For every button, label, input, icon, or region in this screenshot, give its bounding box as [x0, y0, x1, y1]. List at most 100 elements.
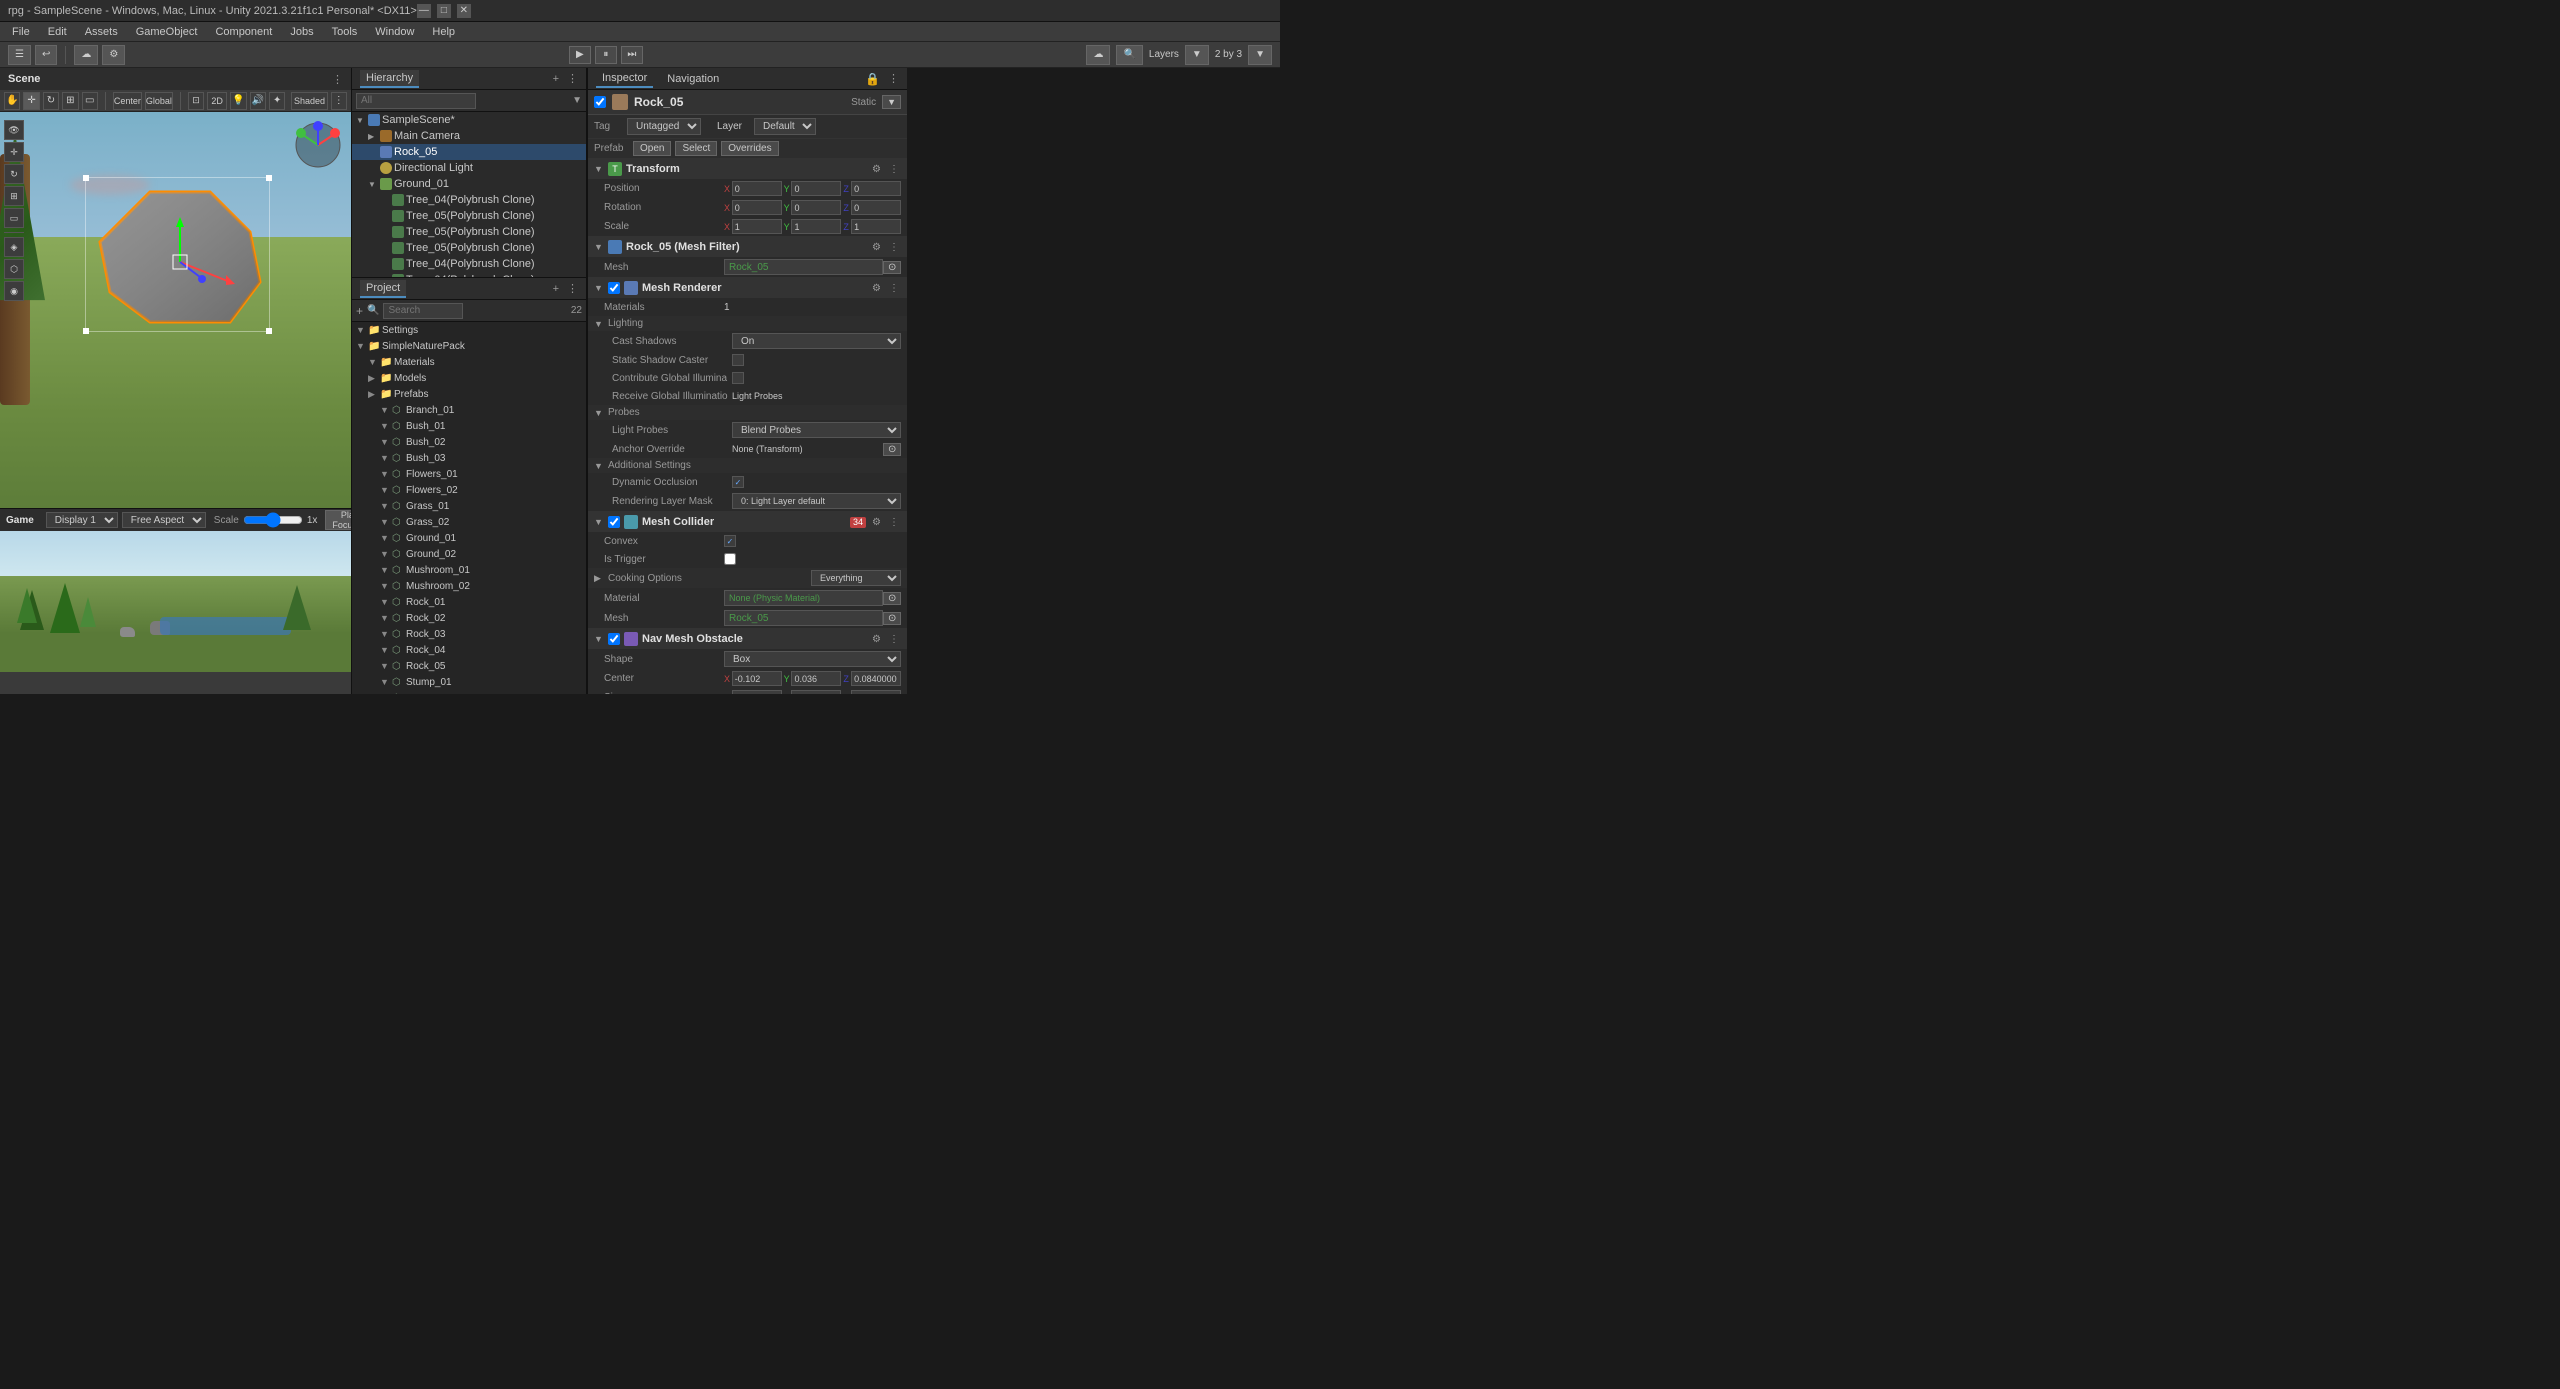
- inspector-lock-icon[interactable]: 🔒: [865, 72, 880, 86]
- overrides-button[interactable]: Overrides: [721, 141, 778, 156]
- hierarchy-list[interactable]: ▼SampleScene*▶Main CameraRock_05Directio…: [352, 112, 586, 278]
- select-button[interactable]: Select: [675, 141, 717, 156]
- hierarchy-item[interactable]: Directional Light: [352, 160, 586, 176]
- project-item[interactable]: ▼⬡Ground_01: [352, 530, 586, 546]
- scale-z[interactable]: [851, 219, 901, 234]
- transform-settings-icon[interactable]: ⚙: [870, 164, 883, 175]
- menu-edit[interactable]: Edit: [40, 24, 75, 40]
- hierarchy-item[interactable]: Tree_05(Polybrush Clone): [352, 224, 586, 240]
- hierarchy-item[interactable]: Rock_05: [352, 144, 586, 160]
- size-y[interactable]: [791, 690, 841, 694]
- scene-menu-icon[interactable]: ⋮: [332, 73, 343, 86]
- scale-tool[interactable]: ⊞: [62, 92, 78, 110]
- position-z[interactable]: [851, 181, 901, 196]
- project-item[interactable]: ▼⬡Grass_02: [352, 514, 586, 530]
- menu-assets[interactable]: Assets: [77, 24, 126, 40]
- tool-extra2[interactable]: ⬡: [4, 259, 24, 279]
- game-canvas[interactable]: [0, 531, 351, 672]
- play-button[interactable]: ▶: [569, 46, 591, 64]
- size-x[interactable]: [732, 690, 782, 694]
- close-button[interactable]: ✕: [457, 4, 471, 18]
- proj-add-btn[interactable]: +: [356, 304, 363, 318]
- project-item[interactable]: ▼⬡Rock_01: [352, 594, 586, 610]
- project-item[interactable]: ▼⬡Rock_04: [352, 642, 586, 658]
- render-layer-dropdown[interactable]: 0: Light Layer default: [732, 493, 901, 509]
- scale-x[interactable]: [732, 219, 782, 234]
- rotation-y[interactable]: [791, 200, 841, 215]
- mesh-collider-enable[interactable]: [608, 516, 620, 528]
- project-tab[interactable]: Project: [360, 280, 406, 298]
- step-button[interactable]: ⏭: [621, 46, 643, 64]
- hierarchy-item[interactable]: ▼SampleScene*: [352, 112, 586, 128]
- center-x[interactable]: [732, 671, 782, 686]
- mesh-collider-context-icon[interactable]: ⋮: [887, 517, 901, 528]
- menu-help[interactable]: Help: [424, 24, 463, 40]
- mesh-select-btn[interactable]: ⊙: [883, 261, 901, 274]
- cast-shadows-dropdown[interactable]: On: [732, 333, 901, 349]
- hierarchy-item[interactable]: Tree_05(Polybrush Clone): [352, 240, 586, 256]
- transform-header[interactable]: ▼ T Transform ⚙ ⋮: [588, 159, 907, 179]
- scene-canvas[interactable]: 👁 ✛ ↻ ⊞ ▭ ◈ ⬡ ◉ X: [0, 112, 351, 509]
- hierarchy-add-icon[interactable]: +: [553, 73, 559, 85]
- scale-y[interactable]: [791, 219, 841, 234]
- static-dropdown[interactable]: ▼: [882, 95, 901, 109]
- static-shadow-checkbox[interactable]: [732, 354, 744, 366]
- hierarchy-item[interactable]: ▼Ground_01: [352, 176, 586, 192]
- project-add-icon[interactable]: +: [553, 283, 559, 295]
- tag-dropdown[interactable]: Untagged: [627, 118, 701, 135]
- transform-context-icon[interactable]: ⋮: [887, 164, 901, 175]
- toolbar-cloud[interactable]: ☁: [74, 45, 98, 65]
- menu-file[interactable]: File: [4, 24, 38, 40]
- proj-search-icon[interactable]: 🔍: [367, 305, 379, 316]
- hierarchy-item[interactable]: Tree_05(Polybrush Clone): [352, 208, 586, 224]
- project-search[interactable]: [383, 303, 463, 319]
- mesh-filter-header[interactable]: ▼ Rock_05 (Mesh Filter) ⚙ ⋮: [588, 237, 907, 257]
- project-item[interactable]: ▼⬡Stump_01: [352, 674, 586, 690]
- dynamic-occlusion-checkbox[interactable]: ✓: [732, 476, 744, 488]
- global-tool[interactable]: Global: [145, 92, 173, 110]
- position-x[interactable]: [732, 181, 782, 196]
- mesh-filter-settings-icon[interactable]: ⚙: [870, 242, 883, 253]
- nav-mesh-context-icon[interactable]: ⋮: [887, 634, 901, 645]
- nav-mesh-obstacle-header[interactable]: ▼ Nav Mesh Obstacle ⚙ ⋮: [588, 629, 907, 649]
- convex-checkbox[interactable]: ✓: [724, 535, 736, 547]
- mc-material-select-btn[interactable]: ⊙: [883, 592, 901, 605]
- project-item[interactable]: ▼⬡Mushroom_01: [352, 562, 586, 578]
- mesh-filter-mesh-value[interactable]: Rock_05: [724, 259, 883, 275]
- nav-mesh-enable[interactable]: [608, 633, 620, 645]
- project-item[interactable]: ▶📁Prefabs: [352, 386, 586, 402]
- project-item[interactable]: ▼⬡Rock_02: [352, 610, 586, 626]
- inspector-tab[interactable]: Inspector: [596, 70, 653, 88]
- open-button[interactable]: Open: [633, 141, 671, 156]
- tool-extra1[interactable]: ◈: [4, 237, 24, 257]
- project-item[interactable]: ▼⬡Bush_01: [352, 418, 586, 434]
- project-item[interactable]: ▶📁Models: [352, 370, 586, 386]
- tool-rect2[interactable]: ▭: [4, 208, 24, 228]
- hier-filter-icon[interactable]: ▼: [572, 95, 582, 106]
- audio-toggle[interactable]: 🔊: [250, 92, 266, 110]
- mesh-collider-settings-icon[interactable]: ⚙: [870, 517, 883, 528]
- toolbar-btn-2[interactable]: ↩: [35, 45, 57, 65]
- hand-tool[interactable]: ✋: [4, 92, 20, 110]
- project-item[interactable]: ▼📁SimpleNaturePack: [352, 338, 586, 354]
- tool-extra3[interactable]: ◉: [4, 281, 24, 301]
- cooking-options-dropdown[interactable]: Everything: [811, 570, 901, 586]
- scene-tab[interactable]: Scene: [8, 73, 40, 85]
- anchor-select-btn[interactable]: ⊙: [883, 443, 901, 456]
- move-tool[interactable]: ✛: [23, 92, 39, 110]
- hierarchy-tab[interactable]: Hierarchy: [360, 70, 419, 88]
- nav-mesh-settings-icon[interactable]: ⚙: [870, 634, 883, 645]
- game-tab[interactable]: Game: [6, 515, 34, 526]
- mc-mesh-value[interactable]: Rock_05: [724, 610, 883, 626]
- display-dropdown[interactable]: Display 1: [46, 512, 118, 528]
- project-item[interactable]: ▼⬡Tree_01: [352, 690, 586, 694]
- scale-slider[interactable]: [243, 515, 303, 525]
- menu-jobs[interactable]: Jobs: [282, 24, 321, 40]
- project-item[interactable]: ▼⬡Bush_02: [352, 434, 586, 450]
- hierarchy-item[interactable]: Tree_04(Polybrush Clone): [352, 256, 586, 272]
- mc-mesh-select-btn[interactable]: ⊙: [883, 612, 901, 625]
- mesh-renderer-header[interactable]: ▼ Mesh Renderer ⚙ ⋮: [588, 278, 907, 298]
- cloud-btn[interactable]: ☁: [1086, 45, 1110, 65]
- play-focused-btn[interactable]: Play Focused: [325, 510, 351, 530]
- 2d-toggle[interactable]: 2D: [207, 92, 227, 110]
